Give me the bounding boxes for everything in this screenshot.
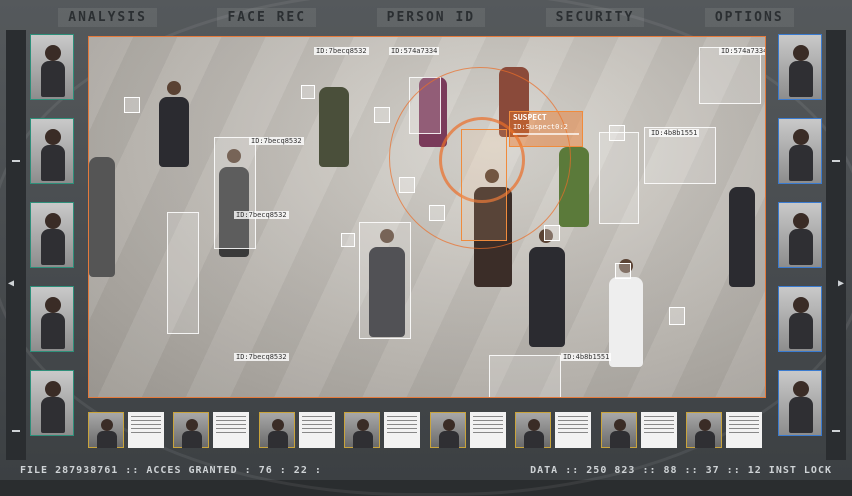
person-thumbnail[interactable]	[778, 34, 822, 100]
document-icon	[725, 412, 762, 448]
document-icon	[555, 412, 592, 448]
id-label: ID:4b8b1551	[561, 353, 612, 361]
tick-mark	[12, 160, 20, 162]
left-arrow-icon[interactable]: ◀	[8, 278, 14, 289]
target-person-box[interactable]	[461, 129, 507, 241]
id-label: ID:574a7334	[719, 47, 765, 55]
face-detection-box[interactable]	[544, 225, 560, 241]
face-detection-box[interactable]	[374, 107, 390, 123]
id-label: ID:7becq8532	[234, 353, 289, 361]
document-icon	[469, 412, 506, 448]
document-icon	[128, 412, 164, 448]
face-detection-box[interactable]	[615, 263, 631, 279]
tab-options[interactable]: OPTIONS	[704, 7, 794, 27]
person-record-card[interactable]	[258, 410, 339, 450]
tab-analysis[interactable]: ANALYSIS	[58, 7, 157, 27]
left-suspect-thumbnails	[30, 34, 76, 436]
person-detection-box[interactable]	[699, 47, 761, 104]
person-record-card[interactable]	[600, 410, 681, 450]
suspect-alert-panel[interactable]: SUSPECT ID:Suspect0:2	[509, 111, 583, 147]
person-thumbnail[interactable]	[30, 370, 74, 436]
person-detection-box[interactable]	[599, 132, 639, 224]
id-label: ID:4b8b1551	[649, 129, 700, 137]
suspect-bar	[513, 133, 579, 135]
person-head	[167, 81, 181, 95]
crowd-person	[529, 247, 565, 347]
person-detection-box[interactable]	[167, 212, 199, 334]
person-record-card[interactable]	[173, 410, 253, 450]
person-thumbnail[interactable]	[778, 286, 822, 352]
tick-mark	[832, 430, 840, 432]
right-edge-rail: ▶	[826, 30, 846, 460]
person-detection-box[interactable]	[214, 137, 256, 249]
suspect-id: ID:Suspect0:2	[513, 123, 568, 131]
person-record-card[interactable]	[515, 410, 595, 450]
crowd-person	[319, 87, 349, 167]
crowd-person	[609, 277, 643, 367]
top-menu: ANALYSIS FACE REC PERSON ID SECURITY OPT…	[28, 4, 824, 30]
face-detection-box[interactable]	[301, 85, 315, 99]
status-data-info: DATA :: 250 823 :: 88 :: 37 :: 12 INST L…	[530, 464, 832, 476]
tab-person-id[interactable]: PERSON ID	[376, 7, 486, 27]
face-detection-box[interactable]	[669, 307, 685, 325]
person-thumbnail[interactable]	[30, 286, 74, 352]
person-thumbnail[interactable]	[778, 370, 822, 436]
document-icon	[384, 412, 421, 448]
right-arrow-icon[interactable]: ▶	[838, 278, 844, 289]
id-label: ID:7becq8532	[249, 137, 304, 145]
right-suspect-thumbnails	[778, 34, 824, 436]
crowd-person	[159, 97, 189, 167]
person-detection-box[interactable]	[489, 355, 561, 397]
document-icon	[213, 412, 250, 448]
id-label: ID:574a7334	[389, 47, 440, 55]
person-thumbnail[interactable]	[30, 34, 74, 100]
id-label: ID:7becq8532	[314, 47, 369, 55]
person-record-card[interactable]	[344, 410, 424, 450]
person-thumbnail[interactable]	[778, 202, 822, 268]
suspect-title: SUSPECT	[513, 113, 547, 122]
face-detection-box[interactable]	[341, 233, 355, 247]
face-detection-box[interactable]	[124, 97, 140, 113]
person-record-card[interactable]	[685, 410, 766, 450]
document-icon	[298, 412, 335, 448]
document-icon	[640, 412, 677, 448]
id-label: ID:7becq8532	[234, 211, 289, 219]
person-thumbnail[interactable]	[30, 202, 74, 268]
person-record-card[interactable]	[88, 410, 168, 450]
tick-mark	[832, 160, 840, 162]
tick-mark	[12, 430, 20, 432]
person-thumbnail[interactable]	[778, 118, 822, 184]
person-record-card[interactable]	[429, 410, 510, 450]
status-file-info: FILE 287938761 :: ACCES GRANTED : 76 : 2…	[20, 464, 322, 476]
left-edge-rail: ◀	[6, 30, 26, 460]
face-detection-box[interactable]	[609, 125, 625, 141]
person-thumbnail[interactable]	[30, 118, 74, 184]
crowd-person	[729, 187, 755, 287]
surveillance-video-feed[interactable]: ID:7becq8532 ID:574a7334 ID:7becq8532 ID…	[88, 36, 766, 398]
status-bar: FILE 287938761 :: ACCES GRANTED : 76 : 2…	[20, 462, 832, 478]
identified-persons-strip	[88, 410, 766, 454]
crowd-person	[89, 157, 115, 277]
tab-face-rec[interactable]: FACE REC	[217, 7, 317, 27]
tab-security[interactable]: SECURITY	[545, 7, 645, 27]
person-detection-box[interactable]	[359, 222, 411, 339]
